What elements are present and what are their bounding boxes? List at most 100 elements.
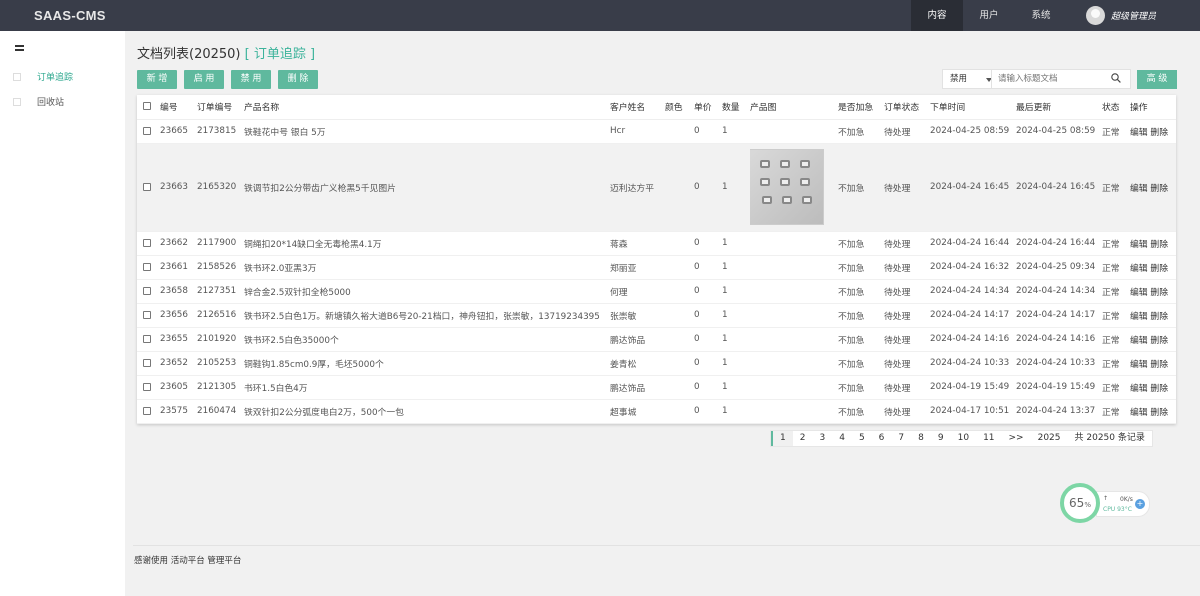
search-icon[interactable]: [1111, 73, 1121, 83]
user-menu[interactable]: 超级管理员: [1086, 6, 1156, 25]
edit-link[interactable]: 编辑: [1130, 408, 1148, 418]
sidebar-item-recycle-bin[interactable]: 回收站: [13, 95, 64, 108]
next-page-button[interactable]: >>: [1002, 431, 1031, 446]
breadcrumb[interactable]: [ 订单追踪 ]: [245, 47, 315, 62]
col-actions: 操作: [1130, 95, 1176, 120]
row-checkbox[interactable]: [143, 238, 151, 247]
cell-actions: 编辑 删除: [1130, 279, 1176, 304]
cell-created: 2024-04-24 16:45: [930, 143, 1016, 232]
row-checkbox[interactable]: [143, 310, 151, 319]
status-select[interactable]: 禁用: [942, 69, 998, 89]
delete-link[interactable]: 删除: [1150, 336, 1168, 346]
enable-button[interactable]: 启 用: [184, 70, 224, 89]
edit-link[interactable]: 编辑: [1130, 360, 1148, 370]
delete-link[interactable]: 删除: [1150, 240, 1168, 250]
table-row[interactable]: 23665 2173815 铁鞋花中号 银白 5万 Hcr 0 1 不加急 待处理 2024-0…: [137, 119, 1176, 144]
cell-order: 2160474: [197, 399, 244, 424]
page-button[interactable]: 10: [951, 431, 976, 446]
disable-button[interactable]: 禁 用: [231, 70, 271, 89]
page-button[interactable]: 8: [911, 431, 931, 446]
table-row[interactable]: 23662 2117900 铜绳扣20*14缺口全无毒枪黑4.1万 蒋森 0 1 不加急 待处…: [137, 231, 1176, 256]
sidebar-item-label: 回收站: [37, 98, 65, 108]
table-row[interactable]: 23575 2160474 铁双针扣2公分弧度电白2万，500个一包 超事城 0 1 不加急…: [137, 399, 1176, 424]
row-checkbox[interactable]: [143, 334, 151, 343]
row-checkbox[interactable]: [143, 382, 151, 391]
cell-urgent: 不加急: [838, 143, 884, 232]
page-button[interactable]: 4: [832, 431, 852, 446]
page-button[interactable]: 2: [793, 431, 813, 446]
cell-created: 2024-04-24 16:44: [930, 231, 1016, 256]
cell-created: 2024-04-24 10:33: [930, 351, 1016, 376]
table-row[interactable]: 23656 2126516 铁书环2.5白色1万。新塘镇久裕大道B6号20-21档口…: [137, 303, 1176, 328]
nav-content[interactable]: 内容: [911, 0, 963, 31]
edit-link[interactable]: 编辑: [1130, 336, 1148, 346]
delete-link[interactable]: 删除: [1150, 128, 1168, 138]
edit-link[interactable]: 编辑: [1130, 184, 1148, 194]
page-button[interactable]: 6: [872, 431, 892, 446]
cell-price: 0: [694, 279, 722, 304]
table-row[interactable]: 23652 2105253 铜鞋钩1.85cm0.9厚，毛坯5000个 姜青松 0 1 不加…: [137, 351, 1176, 376]
advanced-button[interactable]: 高 级: [1137, 70, 1177, 89]
product-image[interactable]: [750, 149, 824, 225]
sidebar-item-order-tracking[interactable]: 订单追踪: [13, 70, 73, 83]
col-qty: 数量: [722, 95, 750, 120]
row-checkbox[interactable]: [143, 286, 151, 295]
delete-link[interactable]: 删除: [1150, 288, 1168, 298]
cell-price: 0: [694, 351, 722, 376]
edit-link[interactable]: 编辑: [1130, 384, 1148, 394]
table-row[interactable]: 23605 2121305 书环1.5白色4万 鹏达饰品 0 1 不加急 待处理 2024-04…: [137, 375, 1176, 400]
breadcrumb-link[interactable]: 订单追踪: [254, 47, 306, 62]
row-checkbox[interactable]: [143, 126, 151, 135]
row-checkbox[interactable]: [143, 358, 151, 367]
delete-link[interactable]: 删除: [1150, 264, 1168, 274]
table-row[interactable]: 23663 2165320 铁调节扣2公分带齿广义枪黑5千见图片 迈利达方平 0 1 不加…: [137, 143, 1176, 232]
row-checkbox[interactable]: [143, 406, 151, 415]
cell-color: [665, 327, 694, 352]
page-button[interactable]: 3: [812, 431, 832, 446]
col-customer: 客户姓名: [610, 95, 665, 120]
menu-toggle-icon[interactable]: [15, 45, 24, 53]
page-button[interactable]: 5: [852, 431, 872, 446]
delete-link[interactable]: 删除: [1150, 184, 1168, 194]
table-row[interactable]: 23655 2101920 铁书环2.5白色35000个 鹏达饰品 0 1 不加急 待处理 20…: [137, 327, 1176, 352]
table-row[interactable]: 23661 2158526 铁书环2.0亚黑3万 郑丽亚 0 1 不加急 待处理 2024-04…: [137, 255, 1176, 280]
add-button[interactable]: 新 增: [137, 70, 177, 89]
edit-link[interactable]: 编辑: [1130, 312, 1148, 322]
delete-link[interactable]: 删除: [1150, 384, 1168, 394]
delete-button[interactable]: 删 除: [278, 70, 318, 89]
plus-icon[interactable]: +: [1135, 499, 1145, 509]
row-checkbox[interactable]: [143, 262, 151, 271]
table-row[interactable]: 23658 2127351 锌合金2.5双针扣全枪5000 何理 0 1 不加急 待处理 202…: [137, 279, 1176, 304]
cell-updated: 2024-04-24 14:16: [1016, 327, 1102, 352]
edit-link[interactable]: 编辑: [1130, 264, 1148, 274]
cell-price: 0: [694, 143, 722, 232]
select-all-checkbox[interactable]: [143, 102, 151, 111]
delete-link[interactable]: 删除: [1150, 312, 1168, 322]
page-button[interactable]: 11: [976, 431, 1001, 446]
upload-arrow-icon: ↑: [1103, 495, 1109, 502]
page-button[interactable]: 7: [891, 431, 911, 446]
cell-status: 待处理: [884, 303, 930, 328]
app-logo[interactable]: SAAS-CMS: [34, 8, 106, 23]
edit-link[interactable]: 编辑: [1130, 288, 1148, 298]
edit-link[interactable]: 编辑: [1130, 128, 1148, 138]
avatar: [1086, 6, 1105, 25]
nav-system[interactable]: 系统: [1015, 0, 1067, 31]
cell-product: 铜绳扣20*14缺口全无毒枪黑4.1万: [244, 231, 610, 256]
page-button[interactable]: 2025: [1031, 431, 1068, 446]
divider: [133, 545, 1200, 546]
cell-urgent: 不加急: [838, 303, 884, 328]
edit-link[interactable]: 编辑: [1130, 240, 1148, 250]
row-checkbox[interactable]: [143, 182, 151, 191]
delete-link[interactable]: 删除: [1150, 408, 1168, 418]
cpu-monitor-widget[interactable]: ↑ 0K/s CPU 93°C + 65%: [1060, 483, 1152, 525]
delete-link[interactable]: 删除: [1150, 360, 1168, 370]
page-button[interactable]: 9: [931, 431, 951, 446]
search-input[interactable]: [991, 69, 1131, 89]
page-button[interactable]: 1: [771, 431, 793, 446]
cell-color: [665, 231, 694, 256]
cell-status: 待处理: [884, 327, 930, 352]
cell-order: 2101920: [197, 327, 244, 352]
nav-users[interactable]: 用户: [963, 0, 1015, 31]
cell-status: 待处理: [884, 351, 930, 376]
